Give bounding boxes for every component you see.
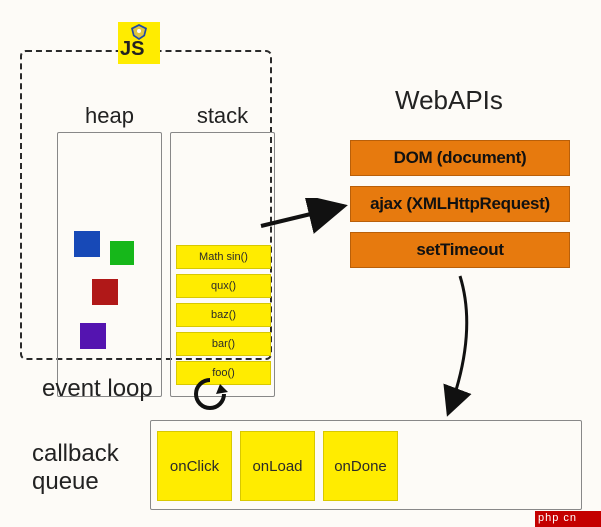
callback-queue-container: onClick onLoad onDone bbox=[150, 420, 582, 510]
stack-frame: bar() bbox=[176, 332, 271, 356]
watermark: php cn bbox=[535, 511, 601, 527]
stack-frame: baz() bbox=[176, 303, 271, 327]
stack-title: stack bbox=[197, 103, 248, 129]
arrow-stack-to-webapi bbox=[259, 198, 354, 238]
callback-item: onLoad bbox=[240, 431, 315, 501]
callback-item: onClick bbox=[157, 431, 232, 501]
heap-object bbox=[74, 231, 100, 257]
webapis-title: WebAPIs bbox=[395, 85, 503, 116]
stack-frame: Math sin() bbox=[176, 245, 271, 269]
watermark-text: php cn bbox=[538, 512, 577, 524]
stack-column: stack Math sin() qux() baz() bar() foo() bbox=[170, 132, 275, 397]
loop-icon bbox=[190, 376, 230, 412]
shield-icon bbox=[130, 24, 148, 40]
callback-queue-label: callback queue bbox=[32, 440, 142, 495]
webapi-item: ajax (XMLHttpRequest) bbox=[350, 186, 570, 222]
event-loop-label: event loop bbox=[42, 375, 153, 403]
webapi-item: DOM (document) bbox=[350, 140, 570, 176]
callback-item: onDone bbox=[323, 431, 398, 501]
stack-frame: qux() bbox=[176, 274, 271, 298]
heap-object bbox=[110, 241, 134, 265]
js-runtime-container: heap stack Math sin() qux() baz() bar() … bbox=[20, 50, 272, 360]
webapi-item: setTimeout bbox=[350, 232, 570, 268]
heap-object bbox=[92, 279, 118, 305]
arrow-webapi-to-queue bbox=[430, 274, 490, 424]
heap-title: heap bbox=[85, 103, 134, 129]
heap-object bbox=[80, 323, 106, 349]
js-badge-label: JS bbox=[120, 38, 144, 60]
heap-column: heap bbox=[57, 132, 162, 397]
js-badge: JS bbox=[118, 22, 160, 64]
